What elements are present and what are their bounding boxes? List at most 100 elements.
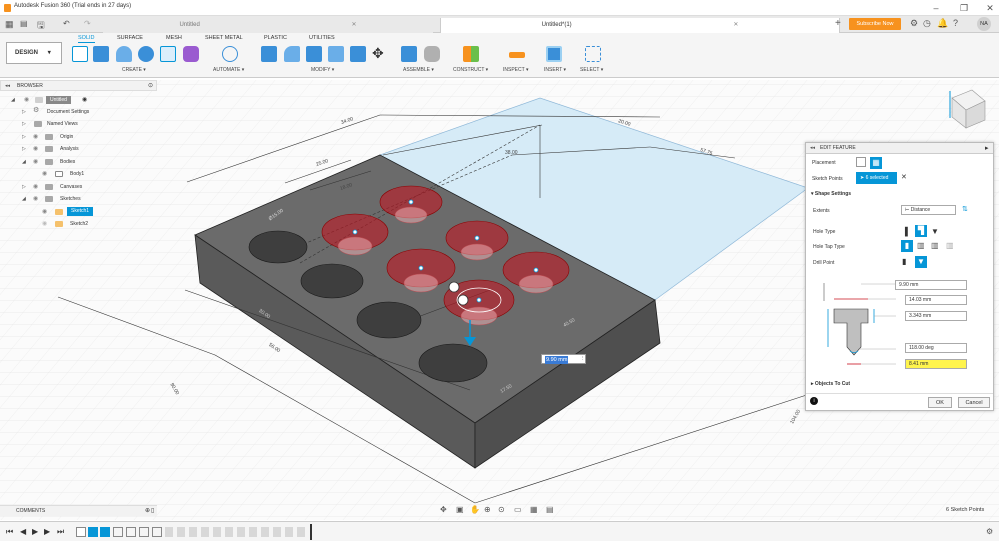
timeline-feature-icon[interactable] xyxy=(139,527,149,537)
select-window-icon[interactable] xyxy=(585,46,601,62)
visibility-icon[interactable]: ◉ xyxy=(42,168,49,180)
drill-point-angle-field[interactable]: 118.00 deg xyxy=(905,343,967,353)
modify-menu[interactable]: MODIFY ▾ xyxy=(311,67,334,73)
job-status-icon[interactable]: ◷ xyxy=(923,18,931,29)
display-settings-icon[interactable]: ▭ xyxy=(514,505,522,514)
sketch-points-selection[interactable]: ➤ 6 selected xyxy=(856,172,897,184)
timeline-feature-icon[interactable] xyxy=(88,527,98,537)
hole-diameter-field[interactable]: 14.03 mm xyxy=(905,295,967,305)
viewports-icon[interactable]: ▤ xyxy=(546,505,554,514)
browser-item-named-views[interactable]: ▷ Named Views xyxy=(0,118,157,130)
inspect-menu[interactable]: INSPECT ▾ xyxy=(503,67,528,73)
pin-icon[interactable]: ⊙ xyxy=(148,82,153,89)
expand-icon[interactable]: ▷ xyxy=(22,106,28,118)
assemble-menu[interactable]: ASSEMBLE ▾ xyxy=(403,67,434,73)
counterbore-depth-field[interactable]: 3.343 mm xyxy=(905,311,967,321)
offset-plane-icon[interactable] xyxy=(463,46,479,62)
timeline-marker[interactable] xyxy=(310,524,312,540)
create-menu[interactable]: CREATE ▾ xyxy=(122,67,146,73)
browser-item-body1[interactable]: ◉ Body1 xyxy=(0,168,157,180)
new-tab-icon[interactable]: + xyxy=(835,18,841,29)
activate-icon[interactable]: ◉ xyxy=(82,94,89,106)
help-icon[interactable]: ? xyxy=(953,18,958,28)
create-sketch-icon[interactable] xyxy=(72,46,88,62)
flat-drill-point-icon[interactable]: ▮ xyxy=(902,257,906,266)
tab-untitled[interactable]: Untitled ✕ xyxy=(103,18,433,33)
expand-icon[interactable]: ▷ xyxy=(22,181,28,193)
joint-icon[interactable] xyxy=(424,46,440,62)
flip-direction-icon[interactable]: ⇅ xyxy=(962,205,968,213)
workspace-switcher[interactable]: DESIGN ▾ xyxy=(6,42,62,64)
shell-icon[interactable] xyxy=(328,46,344,62)
tapped-icon[interactable]: ▥ xyxy=(931,241,939,250)
go-to-end-icon[interactable]: ⏭ xyxy=(57,527,64,537)
subscribe-button[interactable]: Subscribe Now xyxy=(849,18,901,30)
timeline-feature-icon[interactable] xyxy=(126,527,136,537)
comments-expand-icon[interactable]: ▯ xyxy=(151,507,154,514)
visibility-icon[interactable]: ◉ xyxy=(42,218,49,230)
save-icon[interactable]: 🖫 xyxy=(37,18,45,34)
tab-utilities[interactable]: UTILITIES xyxy=(309,35,335,41)
counterbore-hole-icon[interactable]: ▜ xyxy=(915,225,927,237)
automate-menu[interactable]: AUTOMATE ▾ xyxy=(213,67,244,73)
zoom-icon[interactable]: ⊕ xyxy=(484,505,491,514)
visibility-icon[interactable]: ◉ xyxy=(33,193,40,205)
browser-item-document-settings[interactable]: ▷ ⚙ Document Settings xyxy=(0,106,157,118)
distance-input-box[interactable]: 9.90 mm ⋮ xyxy=(541,354,586,364)
visibility-icon[interactable]: ◉ xyxy=(33,156,40,168)
distance-input-value[interactable]: 9.90 mm xyxy=(545,356,569,364)
tab-mesh[interactable]: MESH xyxy=(166,35,182,41)
automate-icon[interactable] xyxy=(222,46,238,62)
clearance-tap-icon[interactable]: ▥ xyxy=(917,241,925,250)
cancel-button[interactable]: Cancel xyxy=(958,397,990,408)
hole-icon[interactable] xyxy=(138,46,154,62)
press-pull-icon[interactable] xyxy=(261,46,277,62)
taper-tapped-icon[interactable]: ▥ xyxy=(946,241,954,250)
expand-icon[interactable]: ◢ xyxy=(22,193,28,205)
timeline-features-strip[interactable] xyxy=(165,527,305,537)
hole-depth-field[interactable]: 8.41 mm xyxy=(905,359,967,369)
notifications-icon[interactable]: 🔔 xyxy=(937,18,948,29)
collapse-icon[interactable]: ◂◂ xyxy=(5,83,10,89)
countersink-hole-icon[interactable]: ▼ xyxy=(931,226,941,237)
expand-icon[interactable]: ▷ xyxy=(22,118,28,130)
move-icon[interactable]: ✥ xyxy=(372,45,384,62)
pan-icon[interactable]: ✋ xyxy=(470,505,480,514)
simple-hole-icon[interactable]: ▐ xyxy=(902,226,912,237)
tab-untitled-1[interactable]: Untitled*(1) ✕ xyxy=(440,18,840,33)
timeline-settings-icon[interactable]: ⚙ xyxy=(986,527,993,536)
single-hole-button[interactable] xyxy=(856,157,866,167)
clear-selection-icon[interactable]: ✕ xyxy=(901,173,907,181)
tab-close-icon[interactable]: ✕ xyxy=(733,22,738,28)
look-at-icon[interactable]: ▣ xyxy=(456,505,464,514)
new-component-icon[interactable] xyxy=(183,46,199,62)
chamfer-icon[interactable] xyxy=(306,46,322,62)
browser-item-origin[interactable]: ▷ ◉ Origin xyxy=(0,131,157,143)
simple-tap-icon[interactable]: ▮ xyxy=(901,240,913,252)
extensions-icon[interactable]: ⚙ xyxy=(910,18,918,29)
fit-icon[interactable]: ⊙ xyxy=(498,505,505,514)
browser-item-sketch1[interactable]: ◉ Sketch1 xyxy=(0,206,157,218)
browser-item-untitled[interactable]: ◢ ◉ Untitled ◉ xyxy=(0,94,157,106)
extents-dropdown[interactable]: ⊢ Distance xyxy=(901,205,956,215)
tab-solid[interactable]: SOLID xyxy=(78,35,95,43)
visibility-icon[interactable]: ◉ xyxy=(24,94,31,106)
timeline-feature-icon[interactable] xyxy=(113,527,123,537)
redo-icon[interactable]: ↷ xyxy=(84,19,91,28)
visibility-icon[interactable]: ◉ xyxy=(33,143,40,155)
timeline-feature-icon[interactable] xyxy=(76,527,86,537)
app-grid-icon[interactable]: ▦ xyxy=(5,19,14,30)
counterbore-diameter-field[interactable]: 9.90 mm xyxy=(895,280,967,290)
combine-icon[interactable] xyxy=(350,46,366,62)
shape-settings-header[interactable]: ▾ Shape Settings xyxy=(811,191,851,197)
orbit-icon[interactable]: ✥ xyxy=(440,505,447,514)
objects-to-cut-header[interactable]: ▸ Objects To Cut xyxy=(811,381,850,387)
grid-settings-icon[interactable]: ▦ xyxy=(530,505,538,514)
expand-icon[interactable]: ▷ xyxy=(22,131,28,143)
tab-close-icon[interactable]: ✕ xyxy=(351,22,356,28)
timeline-feature-icon[interactable] xyxy=(152,527,162,537)
browser-item-analysis[interactable]: ▷ ◉ Analysis xyxy=(0,143,157,155)
tab-sheet-metal[interactable]: SHEET METAL xyxy=(205,35,243,41)
minimize-icon[interactable]: – xyxy=(929,2,943,14)
revolve-icon[interactable] xyxy=(116,46,132,62)
